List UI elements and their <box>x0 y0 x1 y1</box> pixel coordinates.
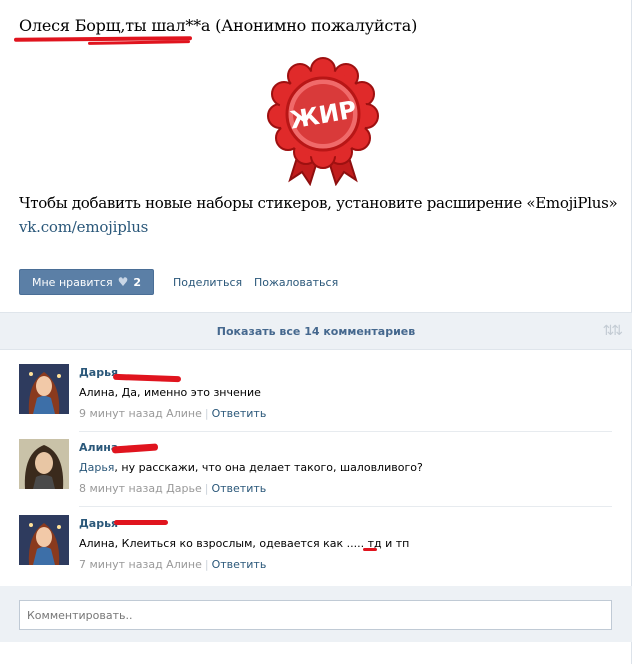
post-title: Олеся Борщ,ты шал**а (Анонимно пожалуйст… <box>19 16 418 35</box>
scribble-mark <box>114 520 168 525</box>
comment-time[interactable]: 8 минут назад Дарье <box>79 482 202 495</box>
scribble-mark <box>87 40 191 45</box>
like-label: Мне нравится <box>32 275 113 289</box>
like-count: 2 <box>133 275 141 289</box>
comment-input[interactable] <box>19 600 612 630</box>
heart-icon: ♥ <box>117 275 129 289</box>
mention-link[interactable]: Дарья <box>79 461 114 474</box>
comment-meta: 8 минут назад Дарье | Ответить <box>79 482 267 495</box>
comment-text: Алина, Клеиться ко взрослым, одевается к… <box>79 537 410 550</box>
comment-divider <box>79 431 612 432</box>
reply-link[interactable]: Ответить <box>212 407 267 420</box>
avatar[interactable] <box>19 364 69 414</box>
comment-box-area <box>0 586 632 642</box>
comment-item: Дарья Алина, Клеиться ко взрослым, одева… <box>0 515 632 590</box>
scribble-mark <box>112 373 182 383</box>
reply-link[interactable]: Ответить <box>211 482 266 495</box>
comment-meta: 9 минут назад Алине | Ответить <box>79 407 267 420</box>
reply-link[interactable]: Ответить <box>212 558 267 571</box>
comment-time[interactable]: 7 минут назад Алине <box>79 558 202 571</box>
comment-time[interactable]: 9 минут назад Алине <box>79 407 202 420</box>
show-all-comments-link[interactable]: Показать все 14 комментариев <box>0 325 632 338</box>
comment-meta: 7 минут назад Алине | Ответить <box>79 558 267 571</box>
show-all-comments-bar[interactable]: Показать все 14 комментариев ⇅⇅ <box>0 312 632 350</box>
comment-author[interactable]: Дарья <box>79 517 118 530</box>
wall-post: Олеся Борщ,ты шал**а (Анонимно пожалуйст… <box>0 0 632 664</box>
share-link[interactable]: Поделиться <box>173 276 242 289</box>
like-button[interactable]: Мне нравится ♥ 2 <box>19 269 154 295</box>
scribble-mark <box>363 548 377 551</box>
ribbon-sticker: ЖИР <box>267 57 379 186</box>
scribble-mark <box>111 443 159 454</box>
avatar[interactable] <box>19 515 69 565</box>
sort-icon[interactable]: ⇅⇅ <box>603 323 624 339</box>
extension-link[interactable]: vk.com/emojiplus <box>19 218 148 236</box>
avatar[interactable] <box>19 439 69 489</box>
report-link[interactable]: Пожаловаться <box>254 276 338 289</box>
comment-item: Дарья Алина, Да, именно это знчение 9 ми… <box>0 364 632 439</box>
comment-item: Алина Дарья, ну расскажи, что она делает… <box>0 439 632 514</box>
comment-text: Дарья, ну расскажи, что она делает таког… <box>79 461 423 474</box>
comment-divider <box>79 506 612 507</box>
comment-text: Алина, Да, именно это знчение <box>79 386 261 399</box>
extension-notice: Чтобы добавить новые наборы стикеров, ус… <box>19 194 618 212</box>
